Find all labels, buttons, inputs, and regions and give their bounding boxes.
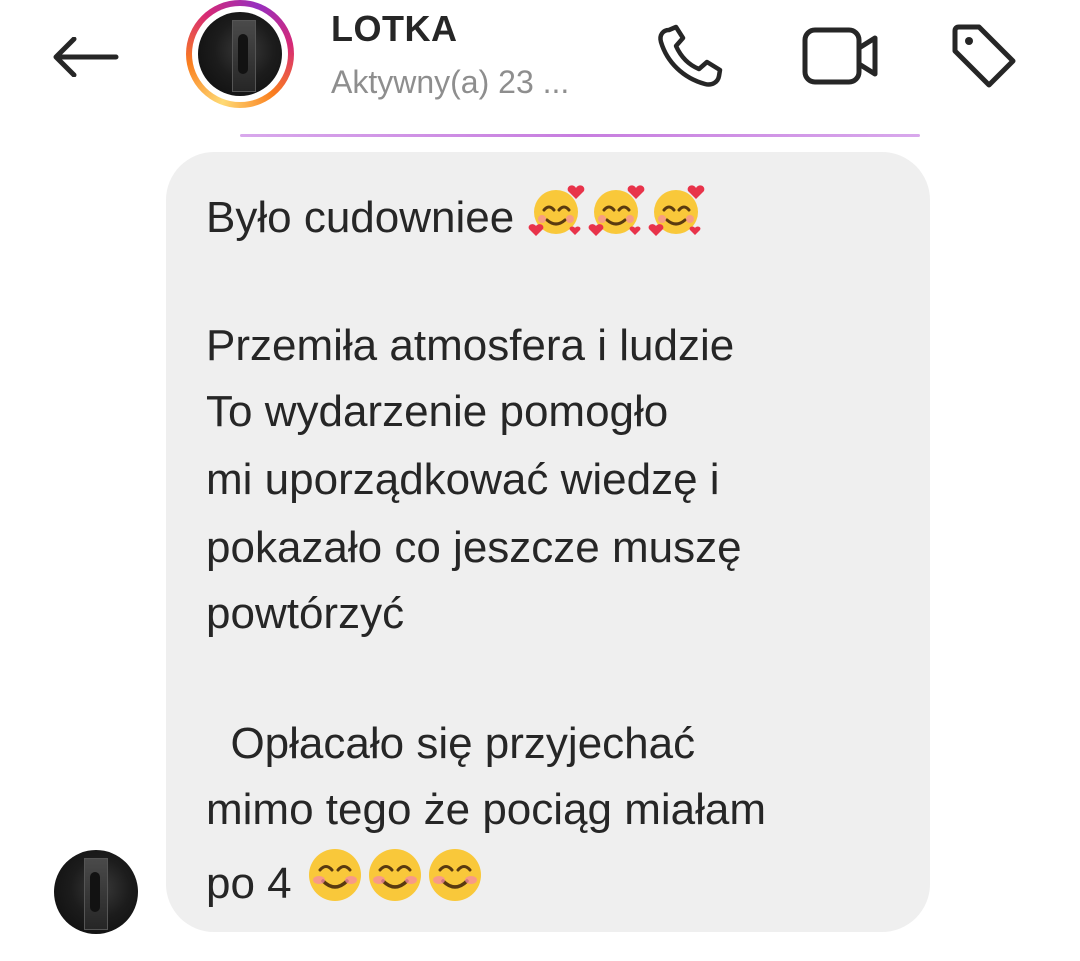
contact-status: Aktywny(a) 23 ... — [331, 64, 570, 100]
smiling-face-with-hearts-icon — [588, 182, 646, 238]
smiling-face-with-smiling-eyes-icon — [366, 846, 424, 904]
message-line: To wydarzenie pomogło — [206, 387, 669, 436]
smiling-face-with-hearts-icon — [528, 182, 586, 238]
phone-icon — [658, 24, 723, 87]
message-line: mimo tego że pociąg miałam — [206, 785, 767, 834]
message-line: pokazało co jeszcze muszę — [206, 523, 742, 572]
message-line: powtórzyć — [206, 589, 405, 638]
back-button[interactable] — [40, 22, 130, 92]
smiling-face-with-smiling-eyes-icon — [306, 846, 364, 904]
contact-name[interactable]: LOTKA — [331, 8, 457, 50]
call-button[interactable] — [648, 18, 732, 94]
arrow-left-icon — [53, 37, 119, 77]
tag-icon — [952, 24, 1016, 88]
message-line: Opłacało się przyjechać — [206, 719, 696, 768]
header-divider — [240, 134, 920, 137]
avatar-image — [198, 12, 282, 96]
chat-screen: LOTKA Aktywny(a) 23 ... Było cudowniee P… — [0, 0, 1080, 961]
chat-header: LOTKA Aktywny(a) 23 ... — [0, 0, 1080, 140]
video-camera-icon — [802, 27, 878, 85]
video-call-button[interactable] — [796, 18, 886, 94]
smiling-face-with-hearts-icon — [648, 182, 706, 238]
message-line: mi uporządkować wiedzę i — [206, 455, 720, 504]
tag-button[interactable] — [942, 18, 1026, 94]
contact-avatar[interactable] — [186, 0, 294, 108]
message-line: Przemiła atmosfera i ludzie — [206, 321, 735, 370]
sender-avatar[interactable] — [54, 850, 138, 934]
smiling-face-with-smiling-eyes-icon — [426, 846, 484, 904]
message-line: Było cudowniee — [206, 182, 706, 248]
message-line: po 4 — [206, 846, 484, 914]
